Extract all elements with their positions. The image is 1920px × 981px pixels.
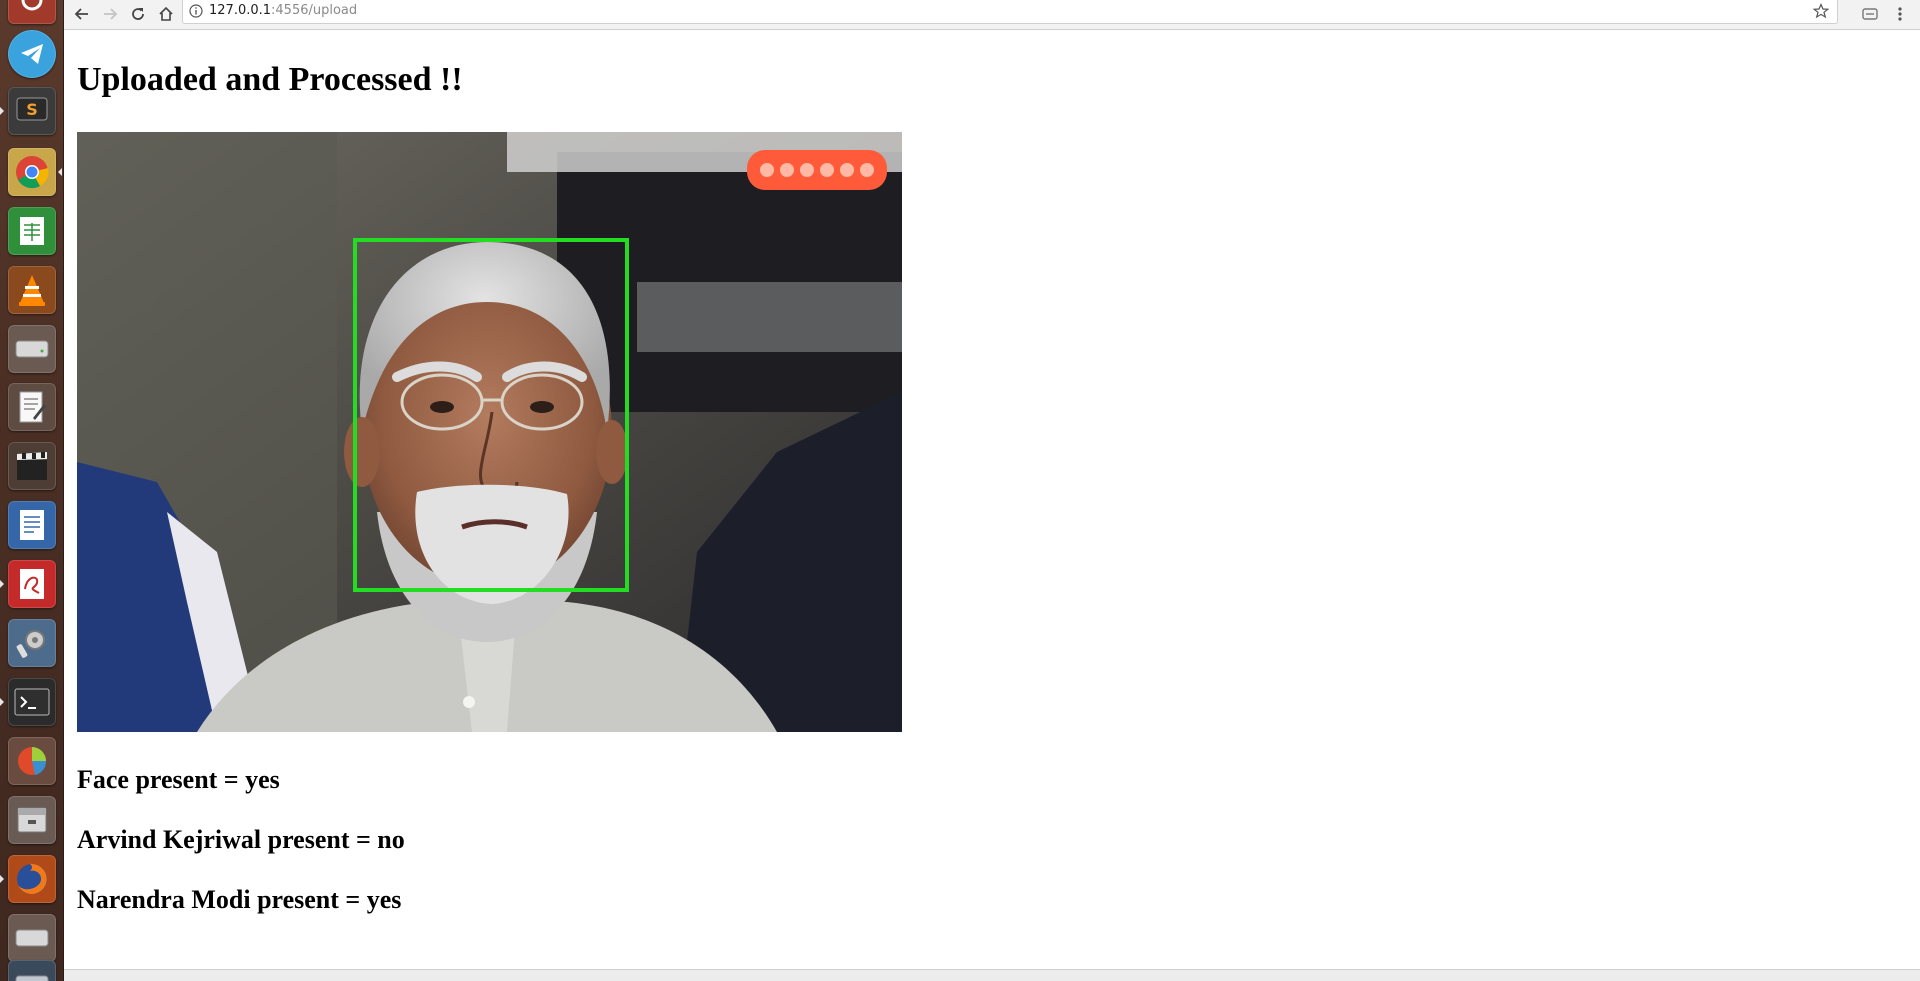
extension-icon[interactable]	[1858, 2, 1882, 26]
evince-icon[interactable]	[0, 558, 58, 610]
spreadsheet-icon[interactable]	[6, 205, 58, 257]
result-modi-present: Narendra Modi present = yes	[77, 885, 402, 914]
drive-icon[interactable]	[6, 912, 58, 964]
back-icon[interactable]	[70, 2, 94, 26]
info-icon[interactable]	[189, 4, 203, 26]
bookmark-star-icon[interactable]	[1812, 3, 1830, 27]
browser-toolbar: 127.0.0.1:4556/upload	[64, 0, 1920, 30]
bottom-bar	[64, 969, 1920, 981]
ubuntu-icon[interactable]	[6, 0, 58, 26]
archive-icon[interactable]	[6, 794, 58, 846]
launcher: S	[0, 0, 64, 981]
settings-icon[interactable]	[6, 617, 58, 669]
disk-usage-icon[interactable]	[6, 735, 58, 787]
terminal-icon[interactable]	[0, 676, 58, 728]
disk-icon[interactable]	[6, 323, 58, 375]
forward-icon[interactable]	[98, 2, 122, 26]
chrome-icon[interactable]	[6, 146, 62, 198]
writer-icon[interactable]	[6, 499, 58, 551]
telegram-icon[interactable]	[6, 28, 58, 80]
url-host: 127.0.0.1	[209, 3, 272, 18]
result-kejriwal-present: Arvind Kejriwal present = no	[77, 825, 405, 854]
result-face-present: Face present = yes	[77, 765, 280, 794]
menu-icon[interactable]	[1888, 2, 1912, 26]
processed-photo	[77, 132, 902, 732]
url-path: :4556/upload	[271, 3, 358, 18]
text-editor-icon[interactable]	[6, 381, 58, 433]
page-content: Uploaded and Processed !! Face present =…	[64, 31, 1920, 969]
home-icon[interactable]	[154, 2, 178, 26]
drive2-icon[interactable]	[6, 958, 58, 981]
page-title: Uploaded and Processed !!	[77, 61, 463, 98]
reload-icon[interactable]	[126, 2, 150, 26]
svg-text:S: S	[26, 100, 38, 119]
address-bar[interactable]: 127.0.0.1:4556/upload	[182, 0, 1838, 24]
vlc-icon[interactable]	[6, 264, 58, 316]
sublime-text-icon[interactable]: S	[0, 85, 58, 137]
url-text: 127.0.0.1:4556/upload	[209, 0, 357, 22]
firefox-icon[interactable]	[0, 853, 58, 905]
video-editor-icon[interactable]	[6, 440, 58, 492]
